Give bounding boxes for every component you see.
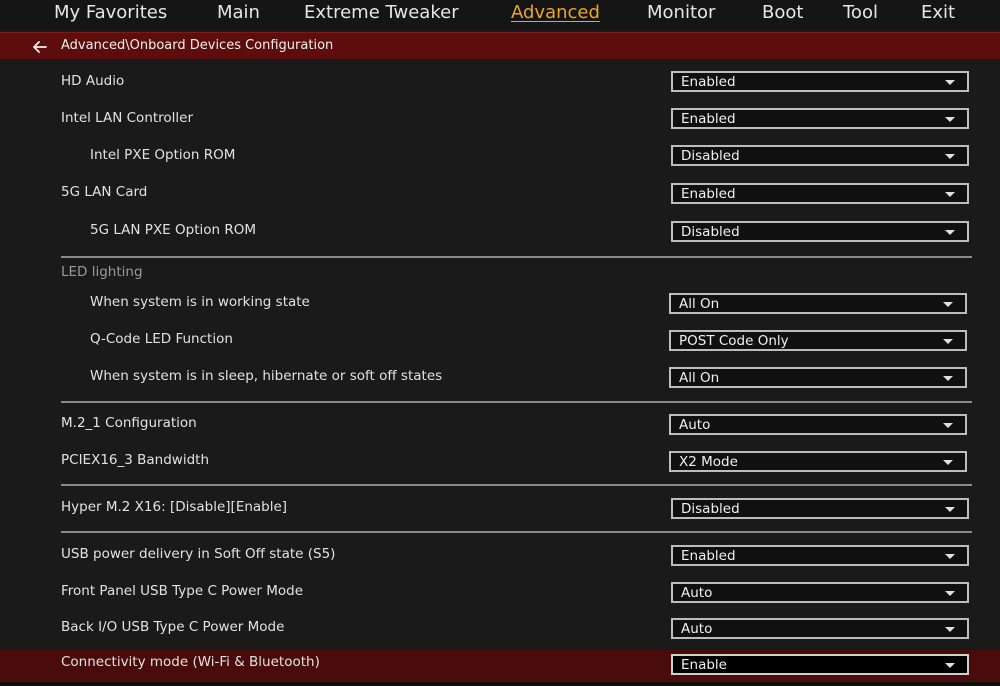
caret-down-icon: [945, 663, 955, 668]
select-value: All On: [679, 370, 720, 386]
caret-down-icon: [945, 230, 955, 235]
caret-down-icon: [945, 80, 955, 85]
caret-down-icon: [945, 117, 955, 122]
top-navigation: My Favorites Main Extreme Tweaker Advanc…: [0, 0, 1000, 30]
back-arrow-icon[interactable]: [30, 37, 50, 57]
tab-my-favorites[interactable]: My Favorites: [54, 0, 167, 26]
section-divider: [61, 531, 972, 533]
select-value: Disabled: [681, 501, 740, 517]
connectivity-mode-select[interactable]: Enable: [671, 654, 969, 675]
select-value: Auto: [679, 417, 711, 433]
setting-row-led-sleep-state[interactable]: When system is in sleep, hibernate or so…: [0, 366, 1000, 402]
breadcrumb: Advanced\Onboard Devices Configuration: [61, 38, 334, 53]
select-value: All On: [679, 296, 720, 312]
tab-monitor[interactable]: Monitor: [647, 0, 715, 26]
tab-advanced[interactable]: Advanced: [511, 0, 600, 26]
setting-label: USB power delivery in Soft Off state (S5…: [61, 546, 336, 562]
5g-lan-card-select[interactable]: Enabled: [671, 183, 969, 204]
select-value: X2 Mode: [679, 454, 738, 470]
select-value: Disabled: [681, 148, 740, 164]
setting-label: Intel PXE Option ROM: [90, 147, 236, 163]
setting-row-connectivity-mode[interactable]: Connectivity mode (Wi-Fi & Bluetooth) En…: [0, 650, 1000, 682]
setting-row-q-code-led-function[interactable]: Q-Code LED Function POST Code Only: [0, 329, 1000, 365]
caret-down-icon: [945, 591, 955, 596]
setting-label: PCIEX16_3 Bandwidth: [61, 452, 210, 468]
section-divider: [61, 256, 972, 258]
setting-label: Q-Code LED Function: [90, 331, 233, 347]
setting-row-5g-lan-pxe-option-rom[interactable]: 5G LAN PXE Option ROM Disabled: [0, 220, 1000, 256]
setting-row-pciex16-3-bandwidth[interactable]: PCIEX16_3 Bandwidth X2 Mode: [0, 450, 1000, 486]
bottom-edge: [0, 682, 1000, 686]
usb-power-delivery-s5-select[interactable]: Enabled: [671, 545, 969, 566]
setting-row-usb-power-delivery-s5[interactable]: USB power delivery in Soft Off state (S5…: [0, 544, 1000, 580]
intel-lan-controller-select[interactable]: Enabled: [671, 108, 969, 129]
front-usb-c-power-mode-select[interactable]: Auto: [671, 582, 969, 603]
m2-1-configuration-select[interactable]: Auto: [669, 414, 967, 435]
q-code-led-function-select[interactable]: POST Code Only: [669, 330, 967, 351]
setting-label: 5G LAN PXE Option ROM: [90, 222, 257, 238]
led-working-state-select[interactable]: All On: [669, 293, 967, 314]
hyper-m2-x16-select[interactable]: Disabled: [671, 498, 969, 519]
setting-row-hd-audio[interactable]: HD Audio Enabled: [0, 70, 1000, 106]
setting-label: When system is in working state: [90, 294, 310, 310]
section-divider: [61, 484, 972, 486]
caret-down-icon: [943, 376, 953, 381]
select-value: Enabled: [681, 111, 736, 127]
select-value: Disabled: [681, 224, 740, 240]
caret-down-icon: [943, 423, 953, 428]
select-value: Enabled: [681, 74, 736, 90]
setting-label: Front Panel USB Type C Power Mode: [61, 583, 304, 599]
caret-down-icon: [945, 627, 955, 632]
setting-label: M.2_1 Configuration: [61, 415, 197, 431]
section-divider: [61, 401, 972, 403]
setting-label: Back I/O USB Type C Power Mode: [61, 619, 285, 635]
led-sleep-state-select[interactable]: All On: [669, 367, 967, 388]
setting-label: Hyper M.2 X16: [Disable][Enable]: [61, 499, 288, 515]
tab-tool[interactable]: Tool: [843, 0, 878, 26]
setting-row-front-usb-c-power-mode[interactable]: Front Panel USB Type C Power Mode Auto: [0, 581, 1000, 617]
pciex16-3-bandwidth-select[interactable]: X2 Mode: [669, 451, 967, 472]
caret-down-icon: [945, 154, 955, 159]
select-value: POST Code Only: [679, 333, 789, 349]
intel-pxe-option-rom-select[interactable]: Disabled: [671, 145, 969, 166]
setting-row-led-working-state[interactable]: When system is in working state All On: [0, 292, 1000, 328]
caret-down-icon: [945, 554, 955, 559]
tab-boot[interactable]: Boot: [762, 0, 803, 26]
caret-down-icon: [945, 192, 955, 197]
setting-row-back-io-usb-c-power-mode[interactable]: Back I/O USB Type C Power Mode Auto: [0, 617, 1000, 653]
tab-exit[interactable]: Exit: [921, 0, 955, 26]
caret-down-icon: [945, 507, 955, 512]
setting-row-hyper-m2-x16[interactable]: Hyper M.2 X16: [Disable][Enable] Disable…: [0, 497, 1000, 533]
setting-label: 5G LAN Card: [61, 184, 148, 200]
select-value: Enabled: [681, 186, 736, 202]
select-value: Auto: [681, 585, 713, 601]
setting-row-m2-1-configuration[interactable]: M.2_1 Configuration Auto: [0, 413, 1000, 449]
setting-row-intel-pxe-option-rom[interactable]: Intel PXE Option ROM Disabled: [0, 144, 1000, 180]
setting-row-intel-lan-controller[interactable]: Intel LAN Controller Enabled: [0, 107, 1000, 143]
section-title-led-lighting: LED lighting: [61, 264, 143, 280]
setting-label: HD Audio: [61, 73, 125, 89]
5g-lan-pxe-option-rom-select[interactable]: Disabled: [671, 221, 969, 242]
select-value: Enable: [681, 657, 727, 673]
setting-label: Connectivity mode (Wi-Fi & Bluetooth): [61, 654, 320, 670]
bios-screen: My Favorites Main Extreme Tweaker Advanc…: [0, 0, 1000, 686]
setting-label: When system is in sleep, hibernate or so…: [90, 368, 443, 384]
tab-main[interactable]: Main: [217, 0, 260, 26]
select-value: Enabled: [681, 548, 736, 564]
tab-extreme-tweaker[interactable]: Extreme Tweaker: [304, 0, 459, 26]
caret-down-icon: [943, 339, 953, 344]
caret-down-icon: [943, 302, 953, 307]
hd-audio-select[interactable]: Enabled: [671, 71, 969, 92]
setting-label: Intel LAN Controller: [61, 110, 194, 126]
caret-down-icon: [943, 460, 953, 465]
select-value: Auto: [681, 621, 713, 637]
setting-row-5g-lan-card[interactable]: 5G LAN Card Enabled: [0, 182, 1000, 218]
breadcrumb-bar: Advanced\Onboard Devices Configuration: [0, 32, 1000, 60]
back-io-usb-c-power-mode-select[interactable]: Auto: [671, 618, 969, 639]
